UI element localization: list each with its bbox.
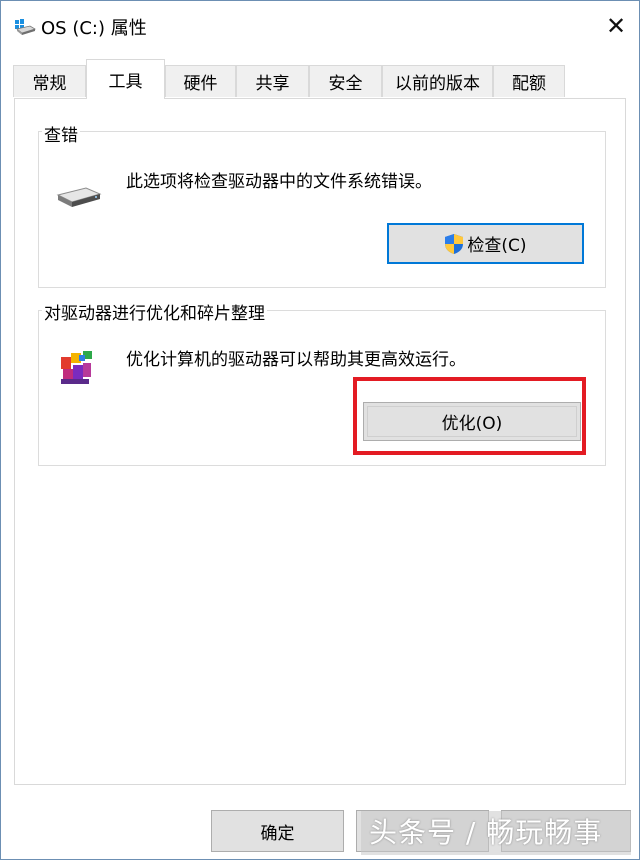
tab-strip: 常规 工具 硬件 共享 安全 以前的版本 配额	[1, 51, 639, 99]
watermark: 头条号 / 畅玩畅事	[361, 811, 631, 855]
ok-button-label: 确定	[260, 823, 295, 844]
tab-label: 常规	[32, 74, 67, 94]
tab-quota[interactable]: 配额	[493, 65, 565, 97]
optimize-button-label: 优化(O)	[441, 414, 503, 434]
drive-icon	[14, 18, 36, 36]
tab-previous-versions[interactable]: 以前的版本	[382, 65, 493, 97]
tab-security[interactable]: 安全	[309, 65, 382, 97]
tab-label: 工具	[108, 72, 143, 92]
tab-label: 安全	[328, 74, 363, 94]
tab-label: 以前的版本	[395, 74, 480, 94]
uac-shield-icon	[444, 233, 464, 255]
optimize-description: 优化计算机的驱动器可以帮助其更高效运行。	[126, 350, 466, 370]
properties-window: OS (C:) 属性 ✕ 常规 工具 硬件 共享 安全 以前的版本 配额 查错 …	[0, 0, 640, 860]
tab-general[interactable]: 常规	[13, 65, 86, 97]
error-check-description: 此选项将检查驱动器中的文件系统错误。	[126, 172, 432, 192]
error-check-group-title: 查错	[42, 121, 80, 146]
check-button-label: 检查(C)	[467, 236, 527, 256]
close-icon: ✕	[605, 12, 627, 40]
window-title: OS (C:) 属性	[41, 18, 147, 39]
tab-sharing[interactable]: 共享	[236, 65, 309, 97]
optimize-group-title: 对驱动器进行优化和碎片整理	[42, 299, 267, 324]
tab-hardware[interactable]: 硬件	[165, 65, 236, 97]
defrag-icon	[57, 349, 97, 387]
drive-icon	[56, 185, 102, 211]
error-check-group	[38, 131, 606, 288]
optimize-button[interactable]: 优化(O)	[363, 402, 581, 441]
title-bar: OS (C:) 属性 ✕	[1, 1, 639, 51]
ok-button[interactable]: 确定	[211, 810, 344, 852]
tab-tools[interactable]: 工具	[86, 59, 165, 99]
tab-label: 共享	[255, 74, 290, 94]
tab-label: 配额	[512, 74, 546, 94]
tab-label: 硬件	[183, 74, 218, 94]
close-button[interactable]: ✕	[593, 1, 639, 51]
optimize-group	[38, 310, 606, 466]
check-button[interactable]: 检查(C)	[387, 223, 584, 264]
